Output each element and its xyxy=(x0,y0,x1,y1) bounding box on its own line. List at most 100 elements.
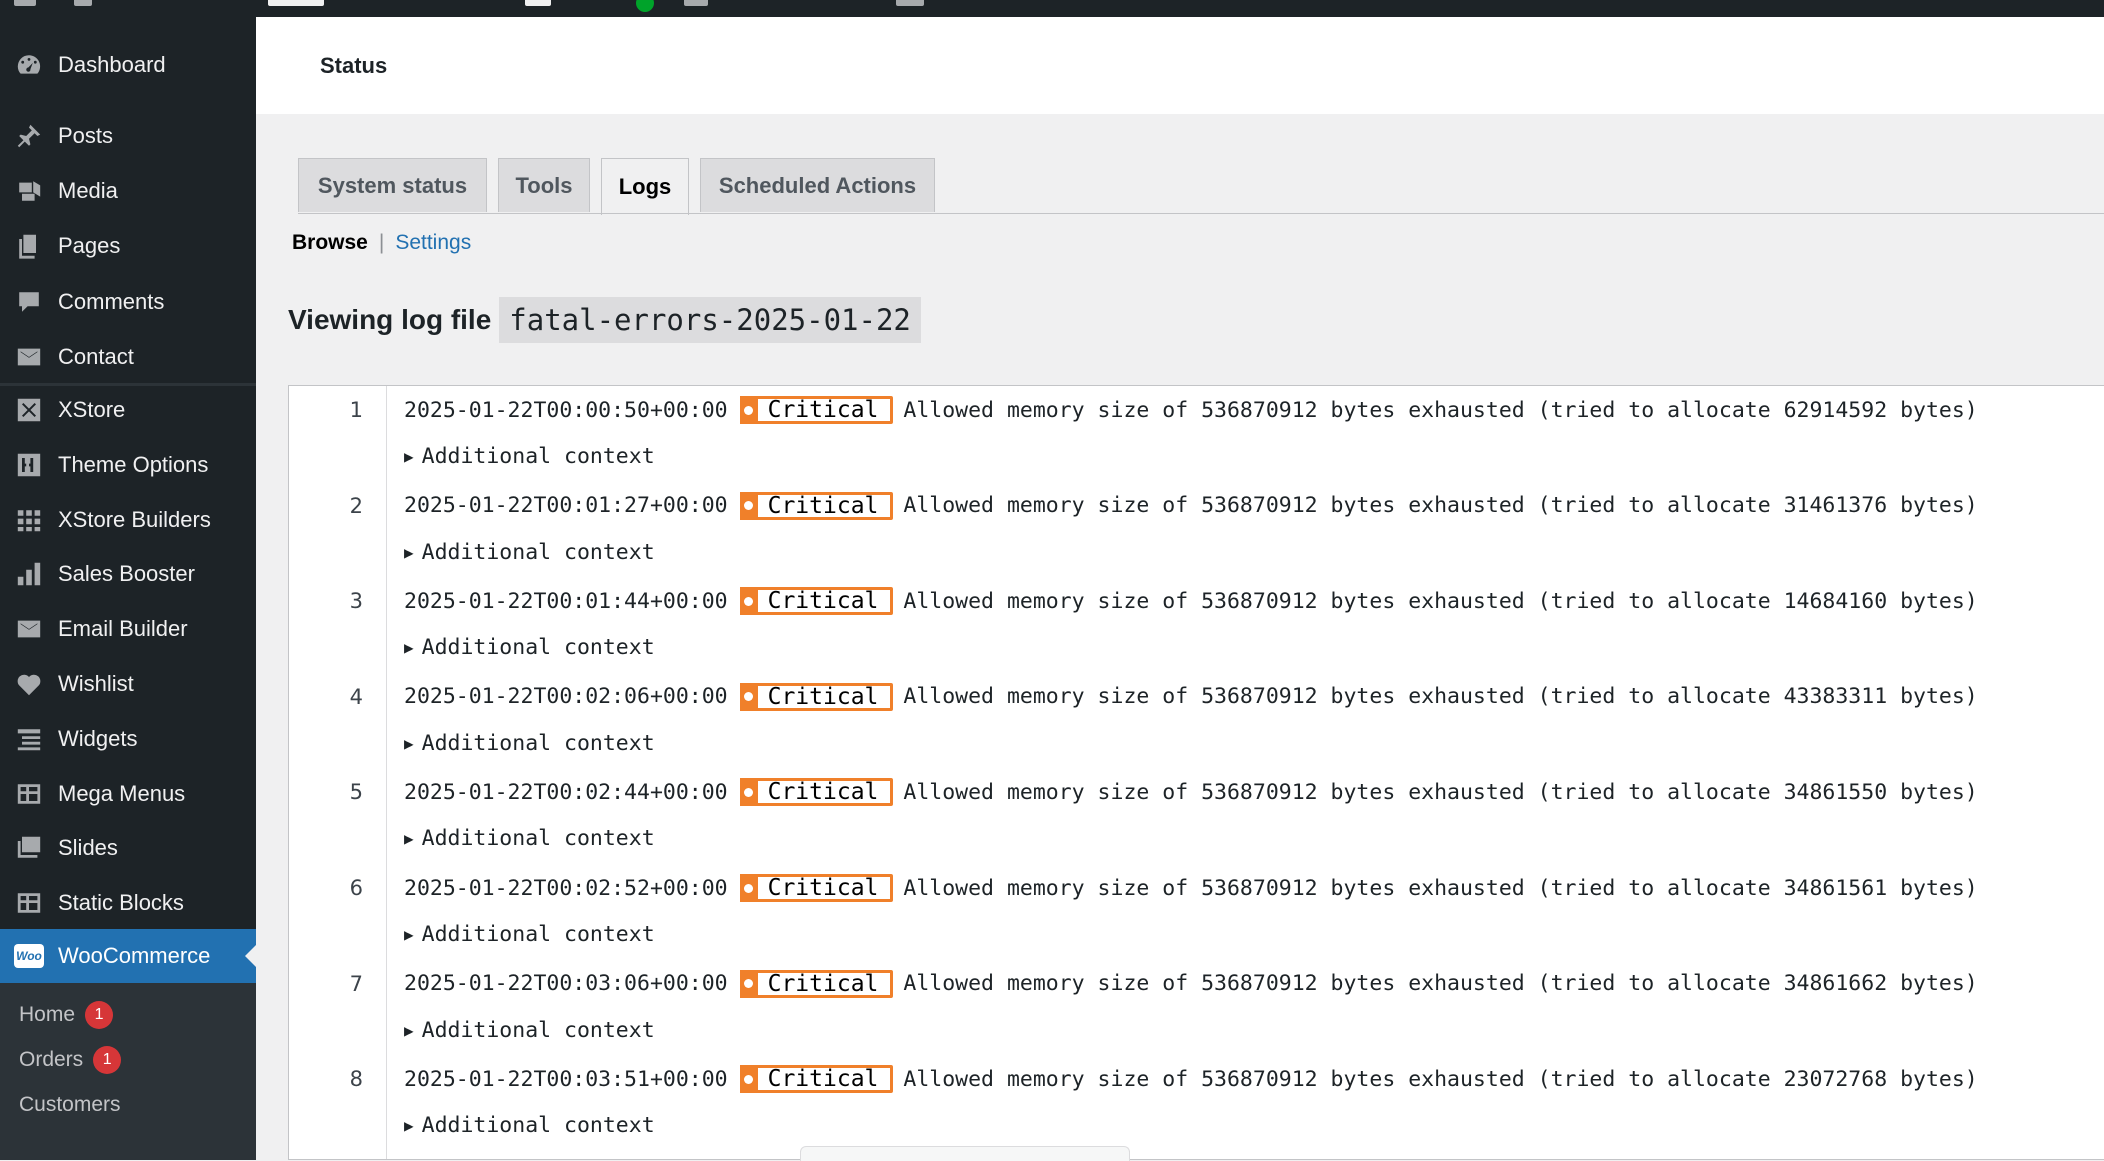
submenu-item-label: Orders xyxy=(19,1048,84,1071)
sidebar-item-label: Comments xyxy=(58,288,165,314)
sidebar-item-slides[interactable]: Slides xyxy=(0,822,256,874)
line-number: 5 xyxy=(349,780,363,805)
sidebar-item-label: WooCommerce xyxy=(58,943,211,968)
sidebar-item-xstore-builders[interactable]: XStore Builders xyxy=(0,494,256,546)
sidebar-item-mega-menus[interactable]: Mega Menus xyxy=(0,768,256,820)
status-dot-icon xyxy=(636,0,654,12)
viewing-label: Viewing log file xyxy=(288,304,492,335)
sidebar-item-label: Theme Options xyxy=(58,451,209,477)
log-level-label: Critical xyxy=(767,970,879,997)
pages-icon xyxy=(14,231,44,261)
submenu-item-home[interactable]: Home 1 xyxy=(19,999,114,1031)
submenu-item-label: Home xyxy=(19,1003,76,1026)
log-timestamp: 2025-01-22T00:01:44+00:00 xyxy=(404,588,728,614)
xstore-icon xyxy=(14,395,44,425)
critical-dot-icon xyxy=(739,969,758,998)
line-number: 2 xyxy=(349,493,363,518)
sidebar-item-label: Email Builder xyxy=(58,616,188,642)
line-number: 8 xyxy=(349,1067,363,1092)
subnav-settings-link[interactable]: Settings xyxy=(395,231,471,255)
tab-system-status[interactable]: System status xyxy=(298,158,487,212)
additional-context-label: Additional context xyxy=(421,1017,655,1043)
scroll-to-top-tab[interactable] xyxy=(800,1146,1130,1161)
list-icon xyxy=(14,724,44,754)
grid-icon[interactable] xyxy=(896,0,924,6)
sliders-icon xyxy=(14,450,44,480)
sidebar-item-comments[interactable]: Comments xyxy=(0,276,256,328)
log-timestamp: 2025-01-22T00:01:27+00:00 xyxy=(404,493,728,519)
log-level-badge: Critical xyxy=(739,491,894,520)
additional-context-toggle[interactable]: ▶ Additional context xyxy=(404,826,655,851)
critical-dot-icon xyxy=(739,1065,758,1094)
sidebar-item-wishlist[interactable]: Wishlist xyxy=(0,658,256,710)
wordpress-logo-icon[interactable] xyxy=(14,0,36,6)
sidebar-item-dashboard[interactable]: Dashboard xyxy=(0,39,256,91)
sidebar-item-label: Mega Menus xyxy=(58,780,186,806)
additional-context-toggle[interactable]: ▶ Additional context xyxy=(404,444,655,469)
home-icon[interactable] xyxy=(74,0,92,6)
critical-dot-icon xyxy=(739,778,758,807)
line-number: 1 xyxy=(349,398,363,422)
additional-context-label: Additional context xyxy=(421,444,655,469)
disclosure-triangle-icon: ▶ xyxy=(404,638,414,658)
heart-icon xyxy=(14,669,44,699)
sidebar-item-woocommerce[interactable]: Woo WooCommerce xyxy=(0,929,256,983)
admin-bar xyxy=(0,0,2104,17)
envelope-icon xyxy=(14,342,44,372)
sidebar-item-label: Sales Booster xyxy=(58,561,195,587)
disclosure-triangle-icon: ▶ xyxy=(404,1116,414,1136)
additional-context-toggle[interactable]: ▶ Additional context xyxy=(404,1113,655,1138)
sidebar-item-theme-options[interactable]: Theme Options xyxy=(0,439,256,491)
log-message: Allowed memory size of 536870912 bytes e… xyxy=(903,684,1978,710)
page-header: Status xyxy=(256,17,2104,114)
table-icon xyxy=(14,779,44,809)
log-entry: 4 2025-01-22T00:02:06+00:00 Critical Allowe… xyxy=(289,673,2104,768)
sidebar-item-widgets[interactable]: Widgets xyxy=(0,713,256,765)
tab-logs[interactable]: Logs xyxy=(601,158,689,215)
disclosure-triangle-icon: ▶ xyxy=(404,1020,414,1040)
log-timestamp: 2025-01-22T00:02:52+00:00 xyxy=(404,875,728,901)
log-level-label: Critical xyxy=(767,683,879,710)
site-name-button[interactable] xyxy=(268,0,324,6)
subnav-browse[interactable]: Browse xyxy=(292,231,368,255)
comment-icon xyxy=(14,287,44,317)
log-level-label: Critical xyxy=(767,397,879,423)
additional-context-toggle[interactable]: ▶ Additional context xyxy=(404,540,655,565)
sidebar-item-static-blocks[interactable]: Static Blocks xyxy=(0,877,256,929)
sidebar-item-contact[interactable]: Contact xyxy=(0,331,256,383)
critical-dot-icon xyxy=(739,396,758,424)
line-number: 4 xyxy=(349,684,363,709)
log-level-label: Critical xyxy=(767,588,879,615)
additional-context-toggle[interactable]: ▶ Additional context xyxy=(404,731,655,756)
log-line: 2025-01-22T00:03:51+00:00 Critical Allowed… xyxy=(404,1065,1978,1094)
sidebar-item-posts[interactable]: Posts xyxy=(0,110,256,162)
log-timestamp: 2025-01-22T00:00:50+00:00 xyxy=(404,397,728,423)
tab-tools[interactable]: Tools xyxy=(498,158,590,212)
tab-scheduled-actions[interactable]: Scheduled Actions xyxy=(700,158,935,212)
grid-icon xyxy=(14,505,44,535)
additional-context-label: Additional context xyxy=(421,539,655,565)
sidebar-item-sales-booster[interactable]: Sales Booster xyxy=(0,548,256,600)
grid-icon[interactable] xyxy=(684,0,708,6)
additional-context-label: Additional context xyxy=(421,1113,655,1139)
comments-icon[interactable] xyxy=(525,0,551,6)
critical-dot-icon xyxy=(739,587,758,616)
log-line: 2025-01-22T00:03:06+00:00 Critical Allowed… xyxy=(404,969,1978,998)
additional-context-toggle[interactable]: ▶ Additional context xyxy=(404,1018,655,1043)
critical-dot-icon xyxy=(739,682,758,711)
additional-context-toggle[interactable]: ▶ Additional context xyxy=(404,635,655,660)
sidebar-item-xstore[interactable]: XStore xyxy=(0,384,256,436)
sidebar-item-media[interactable]: Media xyxy=(0,165,256,217)
log-level-badge: Critical xyxy=(739,874,894,902)
sidebar-item-email-builder[interactable]: Email Builder xyxy=(0,603,256,655)
log-level-badge: Critical xyxy=(739,969,894,998)
additional-context-toggle[interactable]: ▶ Additional context xyxy=(404,922,655,947)
submenu-item-orders[interactable]: Orders 1 xyxy=(19,1044,122,1076)
sidebar-item-pages[interactable]: Pages xyxy=(0,220,256,272)
submenu-item-customers[interactable]: Customers xyxy=(19,1089,121,1121)
log-level-label: Critical xyxy=(767,779,879,806)
tab-underline xyxy=(298,213,2104,214)
log-entry: 6 2025-01-22T00:02:52+00:00 Critical Allowe… xyxy=(289,864,2104,959)
logs-subnav: Browse | Settings xyxy=(292,231,471,255)
additional-context-label: Additional context xyxy=(421,730,655,756)
